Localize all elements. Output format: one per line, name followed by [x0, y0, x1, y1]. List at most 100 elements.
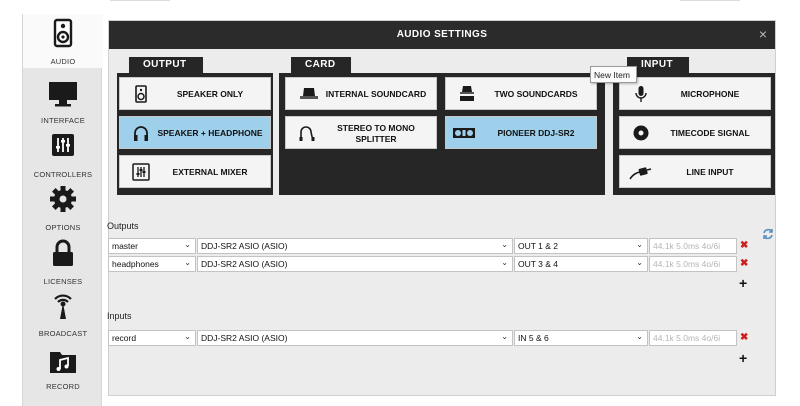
- card-two-soundcards-button[interactable]: TWO SOUNDCARDS: [445, 77, 597, 110]
- chevron-down-icon: ⌄: [636, 332, 643, 341]
- device-value: DDJ-SR2 ASIO (ASIO): [201, 333, 288, 343]
- controller-icon: [453, 128, 475, 138]
- sidebar-item-audio[interactable]: AUDIO: [23, 14, 103, 68]
- remove-icon[interactable]: ✖: [740, 240, 748, 251]
- port-value: IN 5 & 6: [518, 333, 549, 343]
- device-value: DDJ-SR2 ASIO (ASIO): [201, 241, 288, 251]
- broadcast-icon: [54, 294, 72, 319]
- speaker-icon: [135, 85, 147, 103]
- button-label: LINE INPUT: [686, 167, 734, 177]
- sidebar-item-broadcast[interactable]: BROADCAST: [23, 286, 103, 340]
- sidebar-item-options[interactable]: OPTIONS: [23, 180, 103, 234]
- button-label: MICROPHONE: [680, 89, 740, 99]
- window-title: AUDIO SETTINGS: [396, 29, 488, 40]
- input-panel: INPUT MICROPHONE TIMECODE SIGNAL LINE IN…: [613, 57, 775, 195]
- button-label: EXTERNAL MIXER: [172, 167, 248, 177]
- channel-value: master: [112, 241, 138, 251]
- title-bar: AUDIO SETTINGS ×: [109, 21, 775, 49]
- padlock-icon: [53, 239, 73, 266]
- chevron-down-icon: ⌄: [501, 240, 508, 249]
- channel-value: record: [112, 333, 137, 343]
- channel-select[interactable]: record ⌄: [108, 330, 196, 346]
- gear-icon: [50, 186, 76, 212]
- top-divider: [110, 0, 170, 1]
- chevron-down-icon: ⌄: [501, 258, 508, 267]
- output-panel: OUTPUT SPEAKER ONLY SPEAKER + HEADPHONE: [117, 57, 273, 195]
- mixer-icon: [132, 163, 150, 181]
- sidebar-item-label: BROADCAST: [38, 329, 88, 338]
- button-label: TIMECODE SIGNAL: [670, 128, 750, 138]
- button-label: SPEAKER ONLY: [176, 89, 244, 99]
- sidebar-item-label: INTERFACE: [41, 116, 85, 125]
- button-label: STEREO TO MONO SPLITTER: [337, 122, 415, 144]
- laptop-icon: [300, 88, 318, 99]
- top-divider: [680, 0, 740, 1]
- sidebar-item-interface[interactable]: INTERFACE: [23, 74, 103, 128]
- device-select[interactable]: DDJ-SR2 ASIO (ASIO) ⌄: [197, 256, 513, 272]
- outputs-label: Outputs: [107, 221, 139, 231]
- button-label: TWO SOUNDCARDS: [494, 89, 578, 99]
- channel-select[interactable]: headphones ⌄: [108, 256, 196, 272]
- tooltip: New Item: [590, 66, 637, 83]
- add-input-button[interactable]: +: [739, 350, 747, 366]
- chevron-down-icon: ⌄: [184, 332, 191, 341]
- button-label: SPEAKER + HEADPHONE: [157, 128, 263, 138]
- monitor-icon: [49, 82, 77, 107]
- sidebar-item-record[interactable]: RECORD: [23, 342, 103, 396]
- input-line-input-button[interactable]: LINE INPUT: [619, 155, 771, 188]
- channel-value: headphones: [112, 259, 159, 269]
- channel-select[interactable]: master ⌄: [108, 238, 196, 254]
- button-label: PIONEER DDJ-SR2: [497, 128, 575, 138]
- music-folder-icon: [50, 352, 76, 373]
- chevron-down-icon: ⌄: [501, 332, 508, 341]
- refresh-icon[interactable]: [761, 227, 775, 241]
- device-info: 44.1k 5.0ms 4o/6i: [649, 256, 737, 272]
- chevron-down-icon: ⌄: [636, 258, 643, 267]
- inputs-label: Inputs: [107, 311, 132, 321]
- sidebar-item-label: CONTROLLERS: [33, 170, 93, 179]
- port-value: OUT 3 & 4: [518, 259, 558, 269]
- remove-icon[interactable]: ✖: [740, 332, 748, 343]
- device-info: 44.1k 5.0ms 4o/6i: [649, 238, 737, 254]
- input-microphone-button[interactable]: MICROPHONE: [619, 77, 771, 110]
- chevron-down-icon: ⌄: [184, 240, 191, 249]
- device-value: DDJ-SR2 ASIO (ASIO): [201, 259, 288, 269]
- panel-tab-output: OUTPUT: [129, 57, 203, 73]
- close-icon[interactable]: ×: [759, 26, 767, 42]
- add-output-button[interactable]: +: [739, 275, 747, 291]
- card-internal-soundcard-button[interactable]: INTERNAL SOUNDCARD: [285, 77, 437, 110]
- output-speaker-only-button[interactable]: SPEAKER ONLY: [119, 77, 271, 110]
- card-panel: CARD INTERNAL SOUNDCARD TWO SOUNDCARDS S…: [279, 57, 605, 195]
- port-select[interactable]: IN 5 & 6 ⌄: [514, 330, 648, 346]
- splitter-cable-icon: [299, 126, 315, 142]
- port-select[interactable]: OUT 1 & 2 ⌄: [514, 238, 648, 254]
- output-external-mixer-button[interactable]: EXTERNAL MIXER: [119, 155, 271, 188]
- port-select[interactable]: OUT 3 & 4 ⌄: [514, 256, 648, 272]
- card-stereo-mono-splitter-button[interactable]: STEREO TO MONO SPLITTER: [285, 116, 437, 149]
- chevron-down-icon: ⌄: [636, 240, 643, 249]
- vinyl-icon: [633, 125, 649, 141]
- sidebar-item-label: AUDIO: [50, 57, 76, 66]
- device-info: 44.1k 5.0ms 4o/6i: [649, 330, 737, 346]
- panel-tab-card: CARD: [291, 57, 351, 73]
- two-soundcards-icon: [460, 86, 474, 101]
- button-label: INTERNAL SOUNDCARD: [325, 89, 427, 99]
- port-value: OUT 1 & 2: [518, 241, 558, 251]
- device-select[interactable]: DDJ-SR2 ASIO (ASIO) ⌄: [197, 330, 513, 346]
- device-select[interactable]: DDJ-SR2 ASIO (ASIO) ⌄: [197, 238, 513, 254]
- microphone-icon: [635, 86, 647, 102]
- remove-icon[interactable]: ✖: [740, 258, 748, 269]
- sidebar-item-controllers[interactable]: CONTROLLERS: [23, 126, 103, 180]
- mixer-sliders-icon: [52, 134, 74, 156]
- input-timecode-signal-button[interactable]: TIMECODE SIGNAL: [619, 116, 771, 149]
- sidebar-item-label: RECORD: [46, 382, 80, 391]
- chevron-down-icon: ⌄: [184, 258, 191, 267]
- sidebar-item-licenses[interactable]: LICENSES: [23, 234, 103, 288]
- output-speaker-headphone-button[interactable]: SPEAKER + HEADPHONE: [119, 116, 271, 149]
- card-pioneer-ddj-sr2-button[interactable]: PIONEER DDJ-SR2: [445, 116, 597, 149]
- sidebar-item-label: LICENSES: [43, 277, 83, 286]
- headphones-icon: [134, 126, 148, 141]
- settings-sidebar: AUDIO INTERFACE CONTROLLERS OPTIONS LICE…: [22, 14, 103, 406]
- line-cable-icon: [629, 167, 652, 180]
- speaker-icon: [53, 18, 73, 48]
